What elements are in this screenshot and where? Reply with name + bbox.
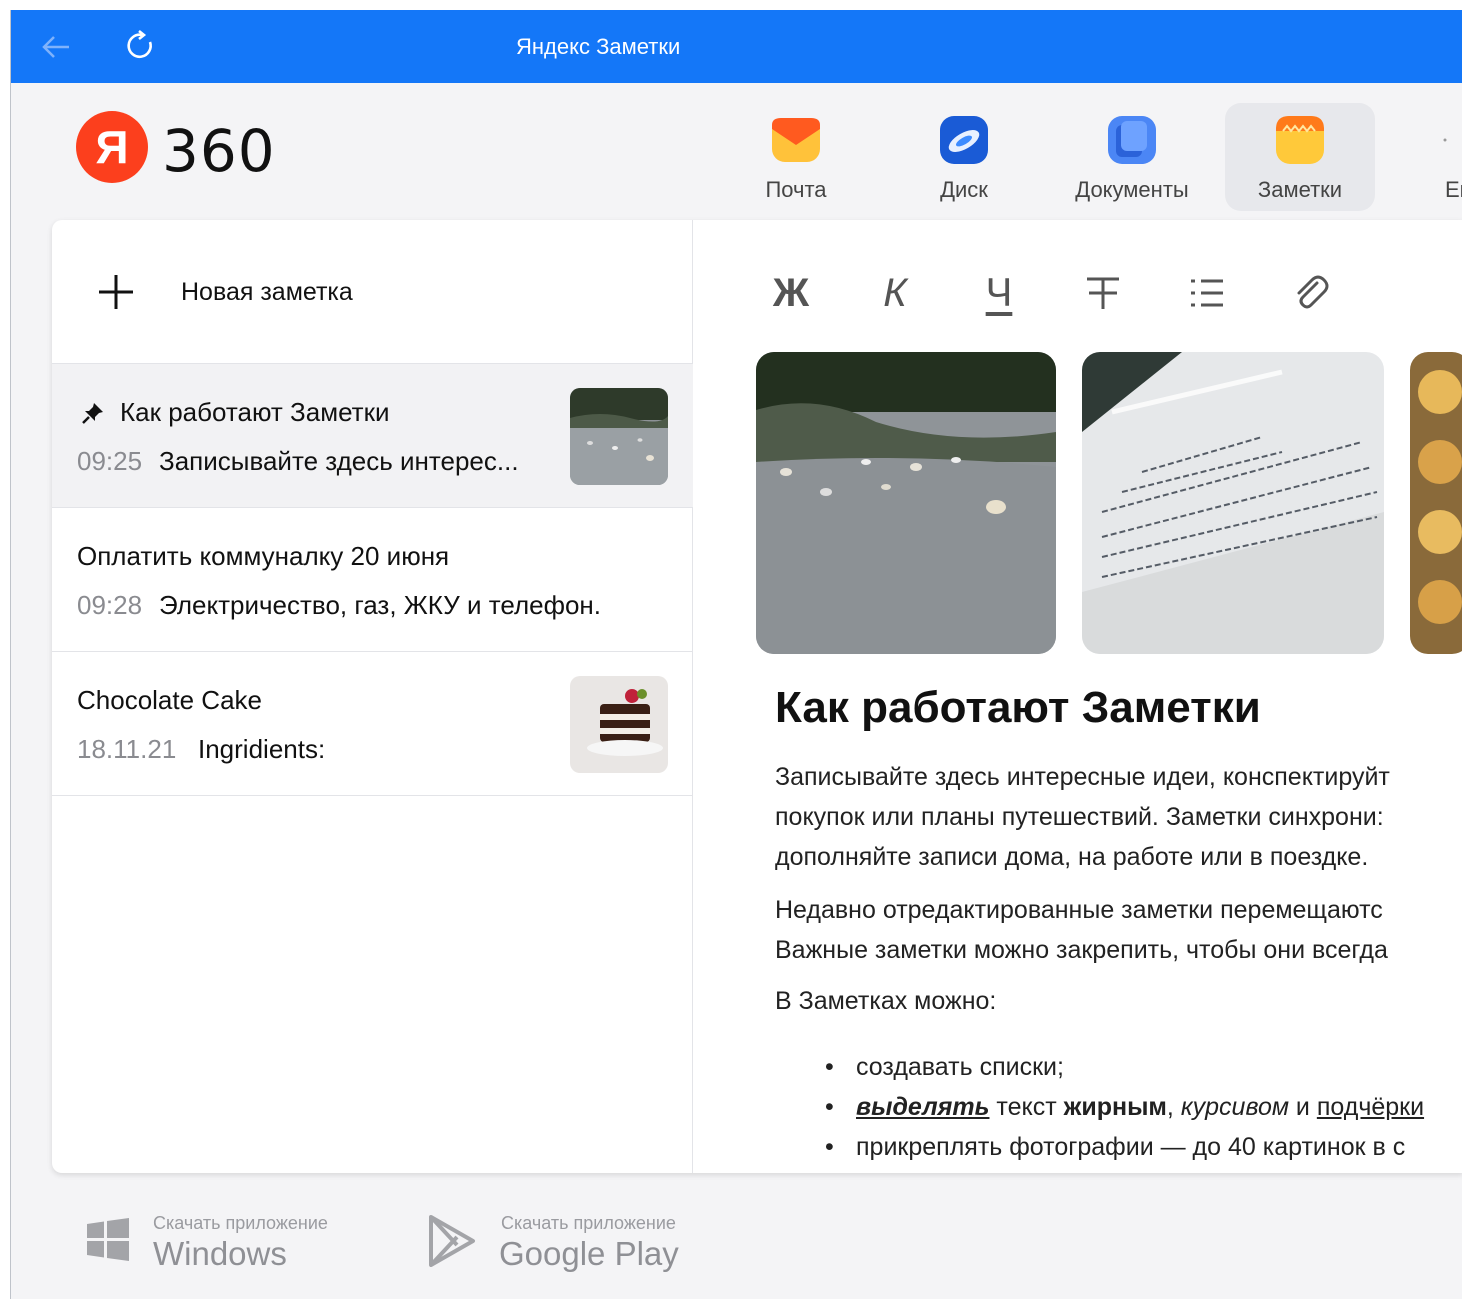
- services-bar: Почта Диск Документы Заметки Ег: [711, 93, 1462, 211]
- service-more[interactable]: Ег: [1393, 103, 1462, 211]
- underline-button[interactable]: Ч: [974, 268, 1024, 318]
- note-title: Оплатить коммуналку 20 июня: [77, 541, 450, 571]
- note-snippet: Записывайте здесь интерес...: [159, 446, 519, 476]
- pin-icon: [80, 400, 106, 426]
- list-item-text: текст: [989, 1093, 1064, 1121]
- attach-icon[interactable]: [1286, 268, 1336, 318]
- list-item: прикреплять фотографии — до 40 картинок …: [775, 1127, 1424, 1167]
- note-time: 18.11.21: [77, 734, 177, 764]
- note-photo[interactable]: [756, 352, 1056, 654]
- title-bar: Яндекс Заметки: [11, 10, 1462, 83]
- paragraph-line: покупок или планы путешествий. Заметки с…: [775, 803, 1384, 831]
- new-note-label: Новая заметка: [181, 278, 353, 306]
- service-disk[interactable]: Диск: [889, 103, 1039, 211]
- documents-icon: [1107, 115, 1157, 165]
- note-snippet: Электричество, газ, ЖКУ и телефон.: [159, 590, 602, 620]
- list-item-text: и: [1288, 1093, 1317, 1121]
- download-label: Скачать приложение: [153, 1213, 328, 1233]
- service-label: Диск: [940, 177, 988, 202]
- paragraph-line: Важные заметки можно закрепить, чтобы он…: [775, 936, 1388, 964]
- bold-button[interactable]: Ж: [766, 268, 816, 318]
- paragraph-line: Недавно отредактированные заметки переме…: [775, 896, 1383, 924]
- windows-icon: [85, 1217, 131, 1263]
- note-list-item[interactable]: Оплатить коммуналку 20 июня 09:28 Электр…: [52, 508, 693, 652]
- note-thumbnail: [570, 388, 668, 485]
- formatted-text: подчёрки: [1316, 1093, 1425, 1121]
- note-heading: Как работают Заметки: [775, 683, 1261, 732]
- google-play-icon: [427, 1215, 477, 1267]
- note-time: 09:28: [77, 590, 143, 620]
- list-item-text: ,: [1166, 1093, 1181, 1121]
- disk-icon: [939, 115, 989, 165]
- strikethrough-button[interactable]: [1078, 268, 1128, 318]
- list-button[interactable]: [1182, 268, 1232, 318]
- paragraph-line: В Заметках можно:: [775, 987, 997, 1015]
- bullet-list: создавать списки; выделять текст жирным,…: [775, 1047, 1424, 1167]
- new-note-button[interactable]: Новая заметка: [52, 220, 693, 364]
- formatted-text: курсивом: [1180, 1093, 1289, 1121]
- list-item: создавать списки;: [775, 1047, 1424, 1087]
- service-label: Почта: [765, 177, 827, 202]
- service-label: Заметки: [1257, 177, 1343, 202]
- service-label: Ег: [1445, 177, 1462, 202]
- platform-name: Google Play: [499, 1235, 679, 1272]
- notes-panel: Новая заметка Как работают Заметки 09:25…: [52, 220, 1462, 1173]
- notes-icon: [1275, 115, 1325, 165]
- note-photo[interactable]: [1410, 352, 1462, 654]
- mail-icon: [771, 115, 821, 165]
- note-title: Как работают Заметки: [120, 397, 390, 427]
- service-documents[interactable]: Документы: [1057, 103, 1207, 211]
- service-label: Документы: [1075, 177, 1189, 202]
- italic-button[interactable]: К: [870, 268, 920, 318]
- plus-icon: [96, 272, 136, 312]
- note-snippet: Ingridients:: [198, 734, 326, 764]
- app-window: Яндекс Заметки Я 360 Почта Диск Документ…: [10, 10, 1462, 1299]
- download-label: Скачать приложение: [501, 1213, 676, 1233]
- formatted-text: жирным: [1063, 1093, 1167, 1121]
- list-item: выделять текст жирным, курсивом и подчёр…: [775, 1087, 1424, 1127]
- more-icon: [1435, 115, 1455, 165]
- list-item-text: прикреплять фотографии — до 40 картинок …: [856, 1133, 1406, 1161]
- paragraph-line: Записывайте здесь интересные идеи, консп…: [775, 763, 1390, 791]
- paragraph-line: дополняйте записи дома, на работе или в …: [775, 843, 1369, 871]
- note-photo[interactable]: [1082, 352, 1384, 654]
- note-thumbnail: [570, 676, 668, 773]
- note-time: 09:25: [77, 446, 143, 476]
- note-title: Chocolate Cake: [77, 685, 262, 715]
- platform-name: Windows: [153, 1235, 287, 1272]
- note-editor: Ж К Ч Как работают Заметки Записывайте з…: [694, 220, 1462, 1173]
- service-mail[interactable]: Почта: [721, 103, 871, 211]
- list-item-text: создавать списки;: [856, 1053, 1064, 1081]
- download-google-play-link[interactable]: Скачать приложение Google Play: [427, 1205, 727, 1285]
- note-list-item[interactable]: Как работают Заметки 09:25 Записывайте з…: [52, 364, 693, 508]
- yandex-360-logo[interactable]: Я 360: [76, 111, 306, 187]
- service-notes[interactable]: Заметки: [1225, 103, 1375, 211]
- download-windows-link[interactable]: Скачать приложение Windows: [85, 1205, 385, 1285]
- logo-text: 360: [162, 117, 276, 185]
- window-title: Яндекс Заметки: [516, 34, 681, 59]
- note-list-item[interactable]: Chocolate Cake 18.11.21 Ingridients:: [52, 652, 693, 796]
- logo-letter: Я: [76, 111, 148, 183]
- notes-sidebar: Новая заметка Как работают Заметки 09:25…: [52, 220, 693, 1173]
- formatted-text: выделять: [856, 1093, 990, 1121]
